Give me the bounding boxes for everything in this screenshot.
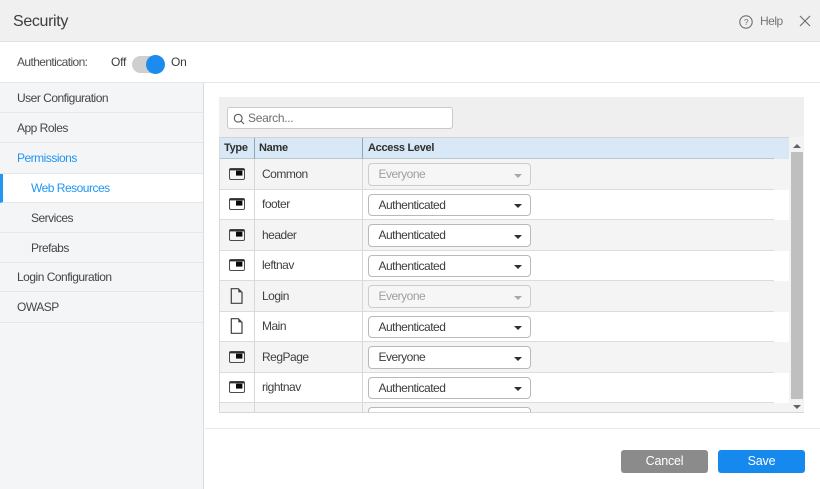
svg-text:?: ? (744, 17, 749, 27)
